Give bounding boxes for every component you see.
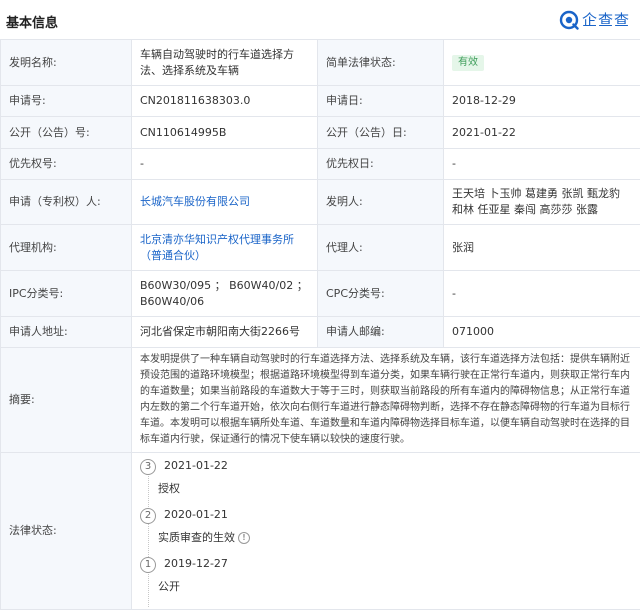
- table-row: 申请（专利权）人: 长城汽车股份有限公司 发明人: 王天培 卜玉帅 葛建勇 张凯…: [1, 180, 640, 225]
- brand-name: 企查查: [582, 9, 630, 30]
- table-row: 公开（公告）号: CN110614995B 公开（公告）日: 2021-01-2…: [1, 117, 640, 149]
- timeline-date: 2019-12-27: [164, 556, 228, 572]
- qcc-logo-icon: [559, 10, 579, 30]
- brand-logo[interactable]: 企查查: [559, 9, 630, 30]
- field-label: 优先权号:: [1, 149, 132, 180]
- field-label: 发明名称:: [1, 40, 132, 86]
- table-row: IPC分类号: B60W30/095 ； B60W40/02 ； B60W40/…: [1, 271, 640, 317]
- field-label: 申请人地址:: [1, 317, 132, 348]
- timeline-step-number: 3: [140, 459, 156, 475]
- applicant-cell: 长城汽车股份有限公司: [132, 180, 318, 225]
- timeline-date: 2021-01-22: [164, 458, 228, 474]
- field-label: 发明人:: [318, 180, 444, 225]
- agency-cell: 北京清亦华知识产权代理事务所（普通合伙）: [132, 225, 318, 271]
- abstract-value: 本发明提供了一种车辆自动驾驶时的行车道选择方法、选择系统及车辆，该行车道选择方法…: [132, 348, 640, 453]
- table-row: 摘要: 本发明提供了一种车辆自动驾驶时的行车道选择方法、选择系统及车辆，该行车道…: [1, 348, 640, 453]
- info-icon[interactable]: !: [238, 532, 250, 544]
- priority-date-value: -: [444, 149, 640, 180]
- section-title: 基本信息: [6, 12, 58, 31]
- timeline-status: 公开: [158, 579, 180, 595]
- field-label: 优先权日:: [318, 149, 444, 180]
- field-label: 简单法律状态:: [318, 40, 444, 86]
- publication-date-value: 2021-01-22: [444, 117, 640, 149]
- legal-status-timeline-cell: 3 2021-01-22 授权 2 2020-01-21 实质审查的生效! 1 …: [132, 453, 640, 610]
- publication-number-value: CN110614995B: [132, 117, 318, 149]
- agent-value: 张润: [444, 225, 640, 271]
- field-label: 公开（公告）日:: [318, 117, 444, 149]
- legal-status-cell: 有效: [444, 40, 640, 86]
- timeline-status: 实质审查的生效!: [158, 530, 250, 546]
- inventor-value: 王天培 卜玉帅 葛建勇 张凯 甄龙豹 和林 任亚星 秦闯 高莎莎 张露: [444, 180, 640, 225]
- field-label: 代理人:: [318, 225, 444, 271]
- application-number-value: CN201811638303.0: [132, 86, 318, 117]
- address-value: 河北省保定市朝阳南大街2266号: [132, 317, 318, 348]
- invention-name-value: 车辆自动驾驶时的行车道选择方法、选择系统及车辆: [132, 40, 318, 86]
- table-row: 申请人地址: 河北省保定市朝阳南大街2266号 申请人邮编: 071000: [1, 317, 640, 348]
- table-row: 代理机构: 北京清亦华知识产权代理事务所（普通合伙） 代理人: 张润: [1, 225, 640, 271]
- cpc-value: -: [444, 271, 640, 317]
- application-date-value: 2018-12-29: [444, 86, 640, 117]
- field-label: 公开（公告）号:: [1, 117, 132, 149]
- section-header: 基本信息 企查查: [0, 0, 640, 40]
- ipc-value: B60W30/095 ； B60W40/02 ； B60W40/06: [132, 271, 318, 317]
- timeline-status-text: 授权: [158, 481, 180, 497]
- timeline-step-number: 1: [140, 557, 156, 573]
- agency-link[interactable]: 北京清亦华知识产权代理事务所（普通合伙）: [140, 233, 294, 262]
- legal-status-timeline: 3 2021-01-22 授权 2 2020-01-21 实质审查的生效! 1 …: [140, 455, 632, 607]
- timeline-status-text: 实质审查的生效: [158, 530, 235, 546]
- field-label: 摘要:: [1, 348, 132, 453]
- timeline-line: [148, 473, 149, 607]
- field-label: 申请号:: [1, 86, 132, 117]
- field-label: 申请人邮编:: [318, 317, 444, 348]
- table-row: 发明名称: 车辆自动驾驶时的行车道选择方法、选择系统及车辆 简单法律状态: 有效: [1, 40, 640, 86]
- field-label: 申请（专利权）人:: [1, 180, 132, 225]
- timeline-step-number: 2: [140, 508, 156, 524]
- table-row: 申请号: CN201811638303.0 申请日: 2018-12-29: [1, 86, 640, 117]
- field-label: IPC分类号:: [1, 271, 132, 317]
- field-label: CPC分类号:: [318, 271, 444, 317]
- status-badge: 有效: [452, 55, 484, 71]
- table-row: 优先权号: - 优先权日: -: [1, 149, 640, 180]
- field-label: 申请日:: [318, 86, 444, 117]
- field-label: 代理机构:: [1, 225, 132, 271]
- postcode-value: 071000: [444, 317, 640, 348]
- field-label: 法律状态:: [1, 453, 132, 610]
- timeline-date: 2020-01-21: [164, 507, 228, 523]
- timeline-status-text: 公开: [158, 579, 180, 595]
- table-row: 法律状态: 3 2021-01-22 授权 2 2020-01-21 实质审查的…: [1, 453, 640, 610]
- timeline-status: 授权: [158, 481, 180, 497]
- patent-info-table: 发明名称: 车辆自动驾驶时的行车道选择方法、选择系统及车辆 简单法律状态: 有效…: [0, 39, 640, 610]
- applicant-link[interactable]: 长城汽车股份有限公司: [140, 195, 250, 208]
- priority-number-value: -: [132, 149, 318, 180]
